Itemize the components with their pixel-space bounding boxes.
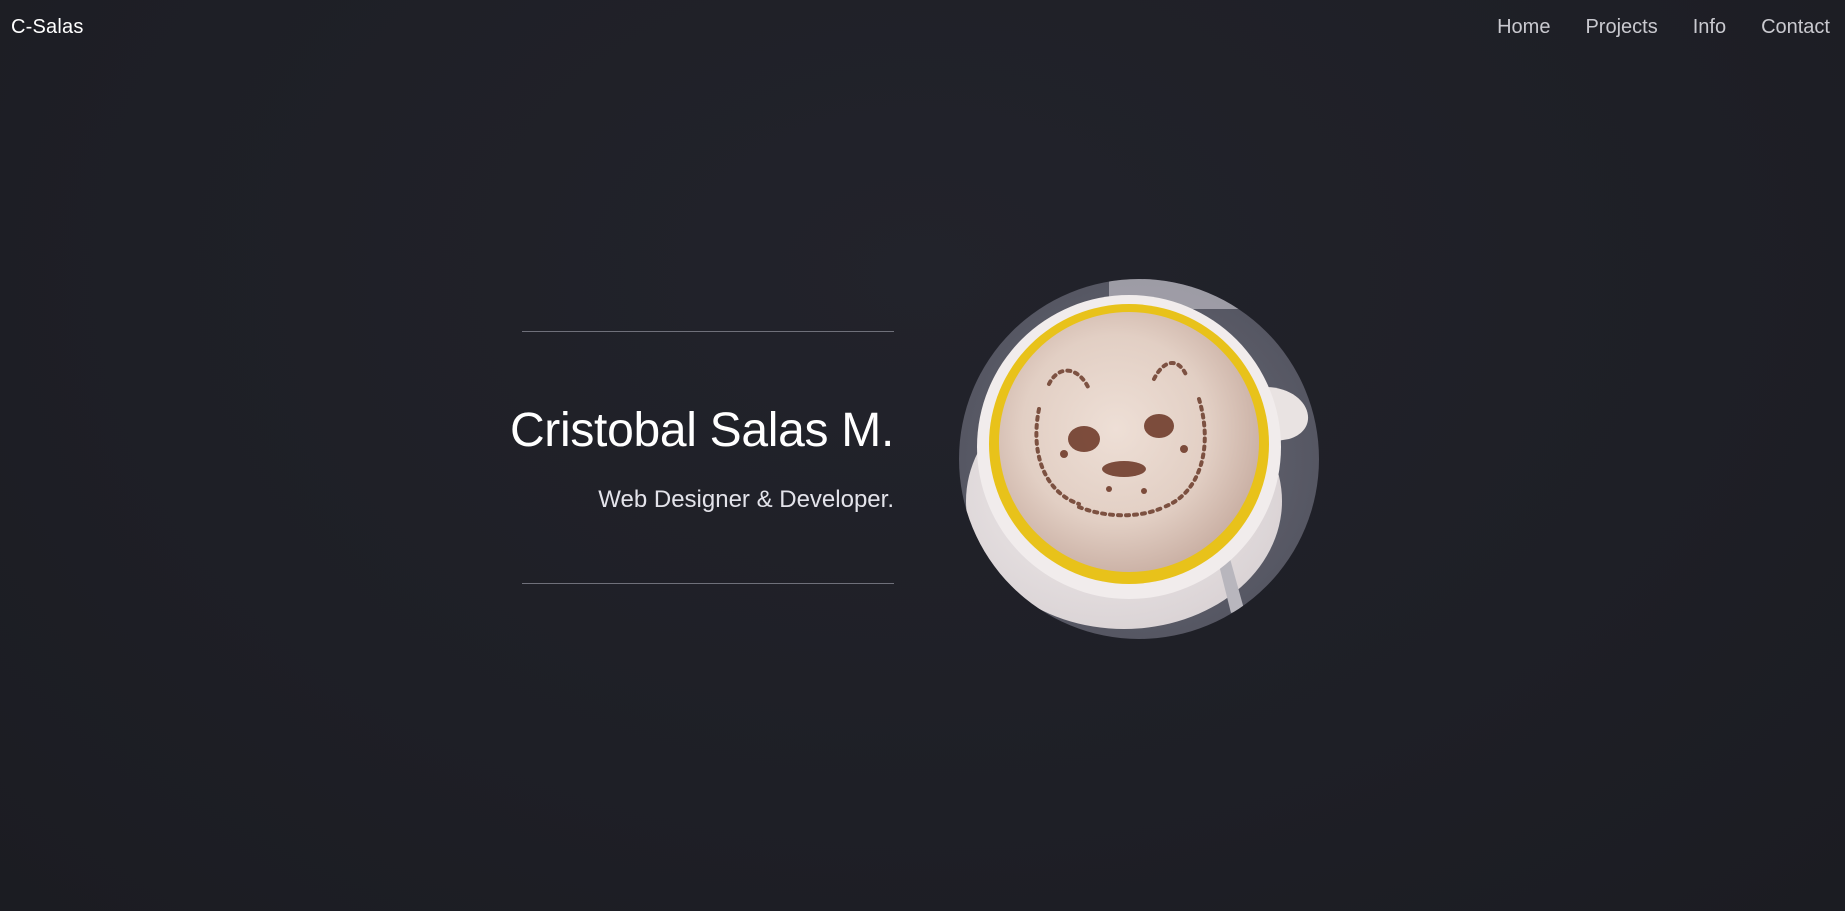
nav-contact-link[interactable]: Contact bbox=[1761, 16, 1830, 39]
nav-info-link[interactable]: Info bbox=[1693, 16, 1726, 39]
profile-photo bbox=[959, 279, 1319, 639]
coffee-cup-photo-icon bbox=[959, 279, 1319, 639]
brand-logo-link[interactable]: C-Salas bbox=[11, 16, 84, 39]
hero-name-heading: Cristobal Salas M. bbox=[509, 404, 894, 457]
nav-projects-link[interactable]: Projects bbox=[1585, 16, 1657, 39]
hero-tagline: Web Designer & Developer. bbox=[598, 486, 894, 513]
bottom-divider bbox=[522, 583, 894, 584]
hero-text-block: Cristobal Salas M. Web Designer & Develo… bbox=[510, 331, 894, 585]
top-divider bbox=[522, 331, 894, 332]
top-navbar: C-Salas Home Projects Info Contact bbox=[0, 0, 1845, 56]
main-nav: Home Projects Info Contact bbox=[1497, 16, 1830, 39]
page: C-Salas Home Projects Info Contact Crist… bbox=[0, 0, 1845, 911]
nav-home-link[interactable]: Home bbox=[1497, 16, 1550, 39]
